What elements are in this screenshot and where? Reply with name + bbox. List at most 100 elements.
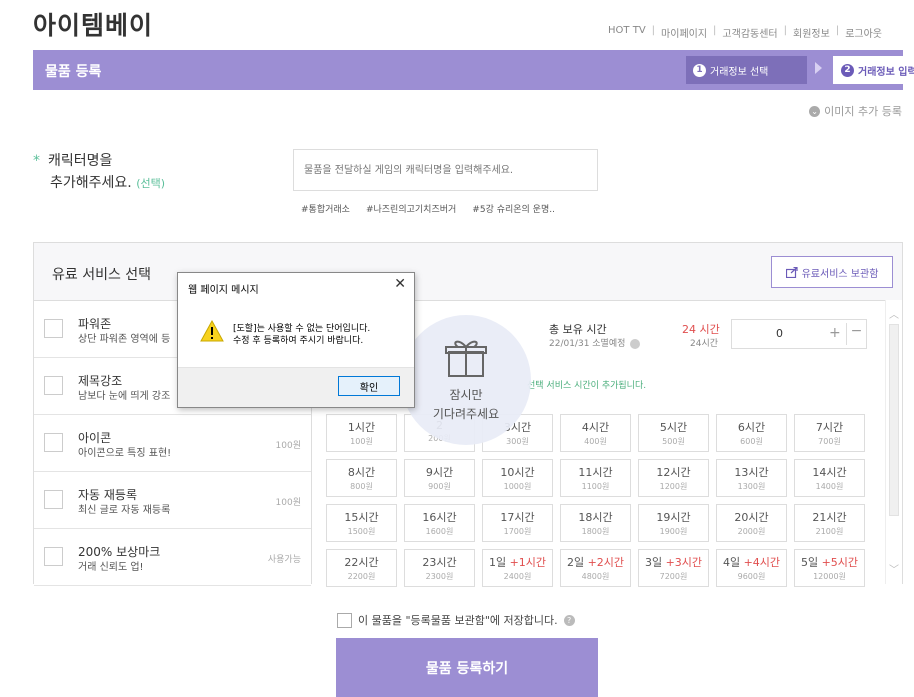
hour-option[interactable]: 15시간 1500원 — [326, 504, 397, 542]
hour-option-label: 1시간 — [347, 421, 376, 434]
nav-mypage[interactable]: 마이페이지 — [661, 25, 707, 40]
nav-customer-center[interactable]: 고객감동센터 — [722, 25, 777, 40]
hour-option-price: 1900원 — [659, 527, 688, 536]
add-image-link[interactable]: ⌄ 이미지 추가 등록 — [809, 103, 902, 119]
hour-option-grid: 1시간100원2200원3시간300원4시간400원5시간500원6시간600원… — [326, 414, 865, 587]
chevron-up-icon[interactable]: ︿ — [889, 306, 899, 321]
plus-button[interactable]: + — [829, 325, 841, 341]
save-checkbox[interactable] — [337, 612, 352, 628]
warning-icon — [200, 320, 224, 342]
register-item-button[interactable]: 물품 등록하기 — [336, 638, 598, 697]
hour-option-label: 5일 +5시간 — [800, 556, 859, 569]
selected-hours: 24 시간 — [682, 323, 720, 336]
hour-option[interactable]: 18시간 1800원 — [560, 504, 631, 542]
hour-option[interactable]: 9시간 900원 — [404, 459, 475, 497]
ok-button[interactable]: 확인 — [338, 376, 400, 396]
hour-option[interactable]: 4일 +4시간 9600원 — [716, 549, 787, 587]
hour-option-price: 1000원 — [503, 482, 532, 491]
nav-member-info[interactable]: 회원정보 — [793, 25, 830, 40]
nav-logout[interactable]: 로그아웃 — [845, 25, 882, 40]
hour-option-label: 20시간 — [734, 511, 769, 524]
hour-option-price: 2400원 — [503, 572, 532, 581]
hour-option-price: 7200원 — [659, 572, 688, 581]
hour-option-price: 100원 — [350, 437, 373, 446]
hour-option-price: 400원 — [584, 437, 607, 446]
scrollbar[interactable]: ︿ ﹀ — [885, 300, 902, 584]
chevron-down-icon[interactable]: ﹀ — [889, 561, 899, 576]
hour-option-price: 12000원 — [813, 572, 846, 581]
close-icon[interactable]: ✕ — [394, 276, 406, 292]
step-trade-select[interactable]: 1 거래정보 선택 — [686, 56, 807, 84]
hour-option-price: 9600원 — [737, 572, 766, 581]
quantity-value[interactable]: 0 — [776, 327, 783, 340]
hour-option-label: 7시간 — [815, 421, 844, 434]
gift-icon — [445, 340, 487, 377]
nav-separator: | — [713, 25, 717, 36]
help-icon[interactable] — [630, 338, 641, 349]
tag-item[interactable]: #나즈린의고기치즈버거 — [366, 202, 456, 215]
scrollbar-thumb[interactable] — [889, 324, 899, 516]
hour-option-label: 19시간 — [656, 511, 691, 524]
hour-option[interactable]: 22시간 2200원 — [326, 549, 397, 587]
hour-option-label: 21시간 — [812, 511, 847, 524]
hour-option[interactable]: 21시간 2100원 — [794, 504, 865, 542]
hour-option-label: 3일 +3시간 — [644, 556, 703, 569]
hour-option[interactable]: 13시간 1300원 — [716, 459, 787, 497]
site-logo[interactable]: 아이템베이 — [33, 6, 153, 42]
hour-option[interactable]: 6시간 600원 — [716, 414, 787, 452]
dialog-title: 웹 페이지 메시지 — [188, 285, 259, 296]
help-icon[interactable]: ? — [563, 614, 575, 626]
hour-option-label: 5시간 — [659, 421, 688, 434]
service-checkbox[interactable] — [44, 433, 63, 452]
hour-option[interactable]: 23시간 2300원 — [404, 549, 475, 587]
nav-hottv[interactable]: HOT TV — [608, 25, 646, 40]
hour-option[interactable]: 5시간 500원 — [638, 414, 709, 452]
service-checkbox[interactable] — [44, 319, 63, 338]
quantity-stepper[interactable]: 0 + − — [731, 319, 867, 349]
hour-option-label: 4일 +4시간 — [722, 556, 781, 569]
service-checkbox[interactable] — [44, 490, 63, 509]
hour-option-price: 1800원 — [581, 527, 610, 536]
service-reward-mark[interactable]: 200% 보상마크 거래 신뢰도 업! 사용가능 — [34, 529, 311, 586]
service-storage-button[interactable]: 유료서비스 보관함 — [771, 256, 893, 288]
hour-option[interactable]: 7시간 700원 — [794, 414, 865, 452]
hour-option[interactable]: 1일 +1시간 2400원 — [482, 549, 553, 587]
step-number-icon: 1 — [693, 63, 706, 77]
hour-option[interactable]: 11시간 1100원 — [560, 459, 631, 497]
tag-item[interactable]: #통합거래소 — [301, 202, 350, 215]
hour-option-price: 900원 — [428, 482, 451, 491]
hour-option[interactable]: 3일 +3시간 7200원 — [638, 549, 709, 587]
hour-option[interactable]: 16시간 1600원 — [404, 504, 475, 542]
chevron-down-icon: ⌄ — [809, 105, 821, 117]
hour-option[interactable]: 20시간 2000원 — [716, 504, 787, 542]
character-name-input[interactable] — [293, 149, 598, 191]
hour-option[interactable]: 2일 +2시간 4800원 — [560, 549, 631, 587]
step-trade-input[interactable]: 2 거래정보 입력 — [833, 56, 914, 84]
hour-option[interactable]: 10시간 1000원 — [482, 459, 553, 497]
hour-option[interactable]: 14시간 1400원 — [794, 459, 865, 497]
hour-option[interactable]: 12시간 1200원 — [638, 459, 709, 497]
service-auto-relist[interactable]: 자동 재등록 최신 글로 자동 재등록 100원 — [34, 472, 311, 529]
hour-option[interactable]: 17시간 1700원 — [482, 504, 553, 542]
step-label: 거래정보 선택 — [710, 66, 769, 78]
hour-option[interactable]: 4시간 400원 — [560, 414, 631, 452]
hour-option-price: 1100원 — [581, 482, 610, 491]
hour-option-price: 4800원 — [581, 572, 610, 581]
minus-button[interactable]: − — [846, 323, 866, 345]
nav-separator: | — [651, 25, 656, 36]
hour-option-price: 500원 — [662, 437, 685, 446]
top-nav: HOT TV | 마이페이지 | 고객감동센터 | 회원정보 | 로그아웃 — [608, 25, 882, 40]
hour-option[interactable]: 5일 +5시간 12000원 — [794, 549, 865, 587]
add-image-label: 이미지 추가 등록 — [824, 105, 902, 118]
tag-item[interactable]: #5강 슈리온의 운명.. — [472, 202, 555, 215]
hour-option-price: 800원 — [350, 482, 373, 491]
owned-hours: 24시간 — [690, 339, 719, 349]
service-checkbox[interactable] — [44, 376, 63, 395]
hour-option[interactable]: 1시간 100원 — [326, 414, 397, 452]
service-checkbox[interactable] — [44, 547, 63, 566]
owned-time-expiry: 22/01/31 소멸예정 — [549, 336, 641, 349]
dialog-footer: 확인 — [178, 367, 414, 407]
service-icon[interactable]: 아이콘 아이콘으로 특징 표현! 100원 — [34, 415, 311, 472]
hour-option[interactable]: 8시간 800원 — [326, 459, 397, 497]
hour-option[interactable]: 19시간 1900원 — [638, 504, 709, 542]
